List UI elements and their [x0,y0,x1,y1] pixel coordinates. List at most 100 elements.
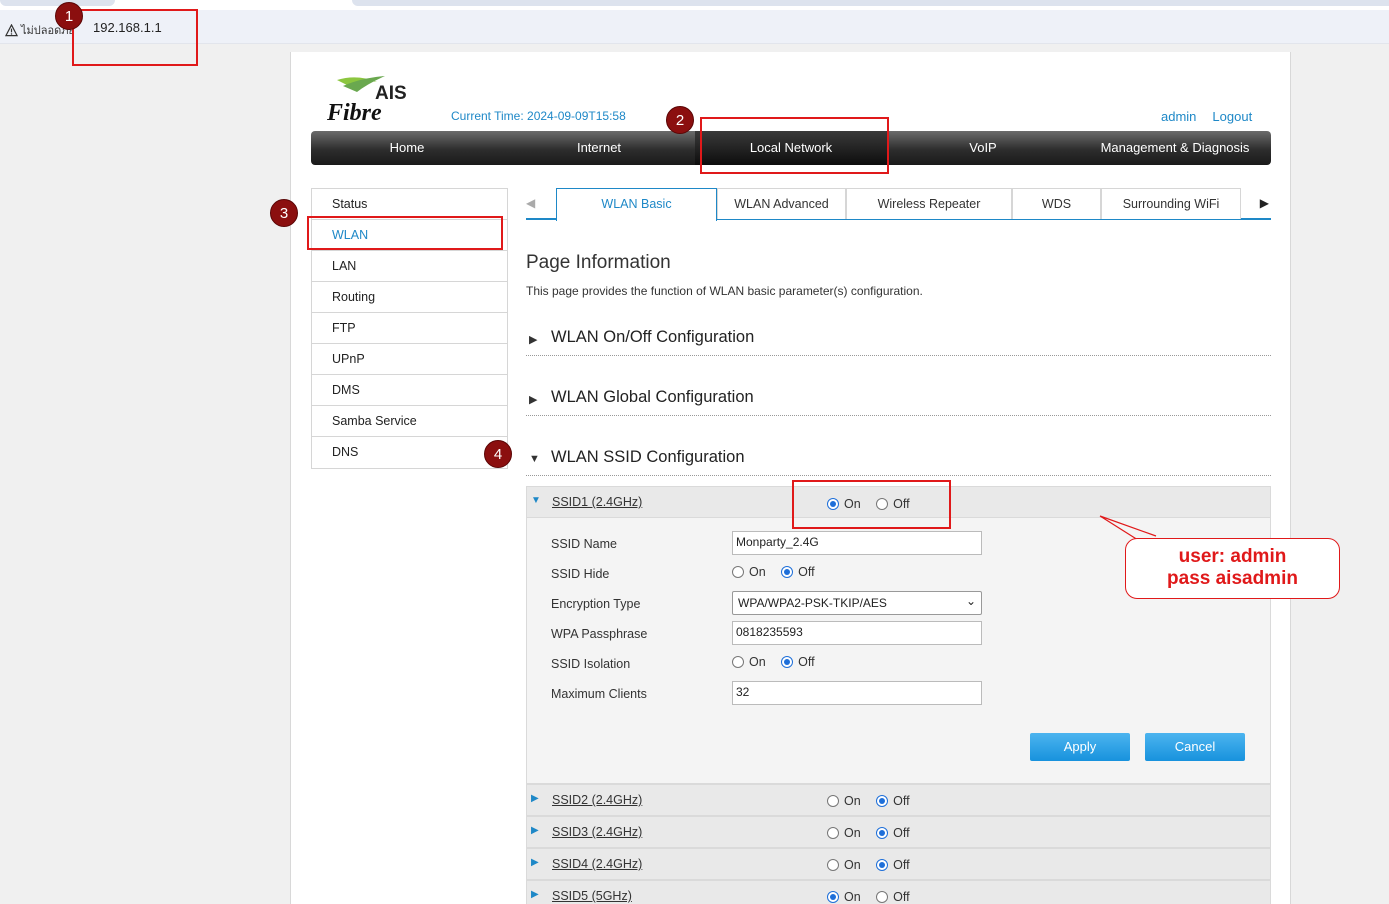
step-badge-1: 1 [55,2,83,30]
ssid5-on-radio[interactable] [827,891,839,903]
isolation-label: SSID Isolation [551,657,631,671]
expand-arrow-icon: ▶ [531,889,539,900]
max-clients-input[interactable]: 32 [732,681,982,705]
passphrase-label: WPA Passphrase [551,627,648,641]
highlight-wlan [307,216,503,250]
ssid4-link[interactable]: SSID4 (2.4GHz) [552,857,642,871]
browser-tab-strip [0,0,1389,10]
collapse-arrow-icon: ▼ [531,495,541,506]
ssid3-toggle: On Off [827,826,922,840]
sidebar-item-dns[interactable]: DNS [312,437,507,468]
encryption-select[interactable]: WPA/WPA2-PSK-TKIP/AES ⌄ [732,591,982,615]
encryption-label: Encryption Type [551,597,641,611]
address-bar[interactable] [0,10,1389,44]
encryption-value: WPA/WPA2-PSK-TKIP/AES [738,596,887,610]
nav-voip[interactable]: VoIP [887,131,1079,165]
warning-icon [5,23,18,36]
sidebar-item-ftp[interactable]: FTP [312,313,507,344]
ssid4-off-radio[interactable] [876,859,889,871]
tab-scroll-left-icon[interactable]: ◀ [526,196,535,210]
radio-label: Off [893,794,910,808]
tab-wlan-advanced[interactable]: WLAN Advanced [717,188,846,219]
highlight-ssid1-on [792,480,951,529]
ssid-hide-label: SSID Hide [551,567,610,581]
section-wlan-onoff[interactable]: ▶ WLAN On/Off Configuration [526,326,1271,356]
ssid5-link[interactable]: SSID5 (5GHz) [552,889,632,903]
nav-internet[interactable]: Internet [503,131,695,165]
browser-tab[interactable] [352,0,1389,6]
sidebar-item-upnp[interactable]: UPnP [312,344,507,375]
isolation-radios: On Off [732,655,827,669]
tab-wireless-repeater[interactable]: Wireless Repeater [846,188,1012,219]
apply-button[interactable]: Apply [1030,733,1130,761]
step-badge-3: 3 [270,199,298,227]
radio-label: On [844,890,861,904]
page-description: This page provides the function of WLAN … [526,284,923,298]
ssid5-toggle: On Off [827,890,922,904]
tab-wds[interactable]: WDS [1012,188,1101,219]
highlight-url [72,9,198,66]
current-time: Current Time: 2024-09-09T15:58 [451,109,626,123]
expand-arrow-icon: ▶ [529,334,538,346]
radio-label: Off [893,858,910,872]
tab-wlan-basic[interactable]: WLAN Basic [556,188,717,221]
ssid2-toggle: On Off [827,794,922,808]
nav-management-diagnosis[interactable]: Management & Diagnosis [1079,131,1271,165]
logout-link[interactable]: Logout [1212,109,1252,124]
radio-label: Off [893,890,910,904]
nav-home[interactable]: Home [311,131,503,165]
passphrase-input[interactable]: 0818235593 [732,621,982,645]
expand-arrow-icon: ▶ [531,825,539,836]
collapse-arrow-icon: ▼ [529,453,540,465]
ais-fibre-logo: AIS Fibre [326,72,417,126]
ssid3-off-radio[interactable] [876,827,889,839]
section-title: WLAN On/Off Configuration [551,328,755,346]
sidebar-item-routing[interactable]: Routing [312,282,507,313]
tab-scroll-right-icon[interactable]: ▶ [1260,196,1269,210]
credentials-callout: user: admin pass aisadmin [1125,538,1340,599]
isolation-on-radio[interactable] [732,656,744,668]
sidebar-item-dms[interactable]: DMS [312,375,507,406]
radio-label: Off [893,826,910,840]
radio-label: On [844,826,861,840]
browser-tab[interactable] [0,0,115,6]
sidebar-item-samba[interactable]: Samba Service [312,406,507,437]
radio-label: On [749,655,766,669]
isolation-off-radio[interactable] [781,656,794,668]
ssid3-on-radio[interactable] [827,827,839,839]
ssid5-off-radio[interactable] [876,891,889,903]
radio-label: Off [798,655,815,669]
ssid3-link[interactable]: SSID3 (2.4GHz) [552,825,642,839]
cancel-button[interactable]: Cancel [1145,733,1245,761]
tab-surrounding-wifi[interactable]: Surrounding WiFi [1101,188,1241,219]
user-link[interactable]: admin [1161,109,1196,124]
section-wlan-ssid[interactable]: ▼ WLAN SSID Configuration [526,446,1271,476]
step-badge-2: 2 [666,106,694,134]
expand-arrow-icon: ▶ [529,394,538,406]
ssid4-on-radio[interactable] [827,859,839,871]
ssid-hide-off-radio[interactable] [781,566,794,578]
radio-label: On [844,858,861,872]
highlight-local-network [700,117,889,174]
max-clients-label: Maximum Clients [551,687,647,701]
section-title: WLAN Global Configuration [551,388,754,406]
step-badge-4: 4 [484,440,512,468]
expand-arrow-icon: ▶ [531,857,539,868]
ssid-hide-radios: On Off [732,565,827,579]
ssid2-off-radio[interactable] [876,795,889,807]
radio-label: On [749,565,766,579]
callout-user: user: admin [1178,546,1287,567]
expand-arrow-icon: ▶ [531,793,539,804]
ssid-hide-on-radio[interactable] [732,566,744,578]
ssid4-toggle: On Off [827,858,922,872]
radio-label: On [844,794,861,808]
ssid1-link[interactable]: SSID1 (2.4GHz) [552,495,642,509]
ssid2-link[interactable]: SSID2 (2.4GHz) [552,793,642,807]
ssid-name-input[interactable]: Monparty_2.4G [732,531,982,555]
sidebar-item-lan[interactable]: LAN [312,251,507,282]
section-wlan-global[interactable]: ▶ WLAN Global Configuration [526,386,1271,416]
page-title: Page Information [526,252,671,273]
section-title: WLAN SSID Configuration [551,448,745,466]
svg-text:Fibre: Fibre [327,100,382,124]
ssid2-on-radio[interactable] [827,795,839,807]
